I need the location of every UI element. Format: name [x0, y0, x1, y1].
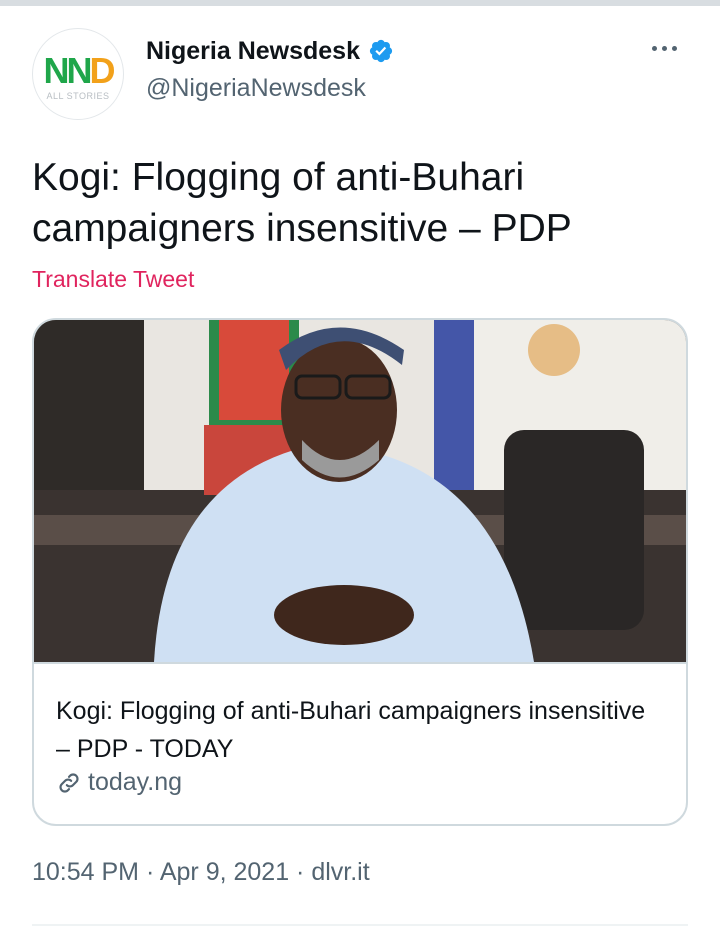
avatar[interactable]: NND ALL STORIES — [32, 28, 124, 120]
card-domain-text[interactable]: today.ng — [88, 768, 182, 797]
card-title[interactable]: Kogi: Flogging of anti-Buhari campaigner… — [56, 692, 656, 768]
card-photo — [34, 320, 686, 662]
top-divider — [0, 0, 720, 6]
display-name[interactable]: Nigeria Newsdesk — [146, 37, 360, 66]
link-preview-card[interactable]: Kogi: Flogging of anti-Buhari campaigner… — [32, 318, 688, 826]
card-image[interactable] — [34, 320, 686, 662]
avatar-logo: NND — [43, 50, 116, 91]
more-options-icon[interactable] — [652, 40, 686, 56]
tweet-timestamp[interactable]: 10:54 PM · Apr 9, 2021 · dlvr.it — [32, 858, 370, 887]
card-domain[interactable]: today.ng — [56, 768, 182, 797]
tweet-text: Kogi: Flogging of anti-Buhari campaigner… — [32, 156, 572, 250]
avatar-tagline: ALL STORIES — [46, 91, 110, 101]
handle[interactable]: @NigeriaNewsdesk — [146, 74, 366, 103]
card-meta[interactable]: Kogi: Flogging of anti-Buhari campaigner… — [34, 662, 686, 824]
author-name-row[interactable]: Nigeria Newsdesk — [146, 34, 394, 68]
translate-tweet-link[interactable]: Translate Tweet — [32, 266, 194, 293]
bottom-divider — [32, 924, 688, 926]
link-icon — [59, 772, 79, 793]
verified-badge-icon — [369, 39, 393, 63]
